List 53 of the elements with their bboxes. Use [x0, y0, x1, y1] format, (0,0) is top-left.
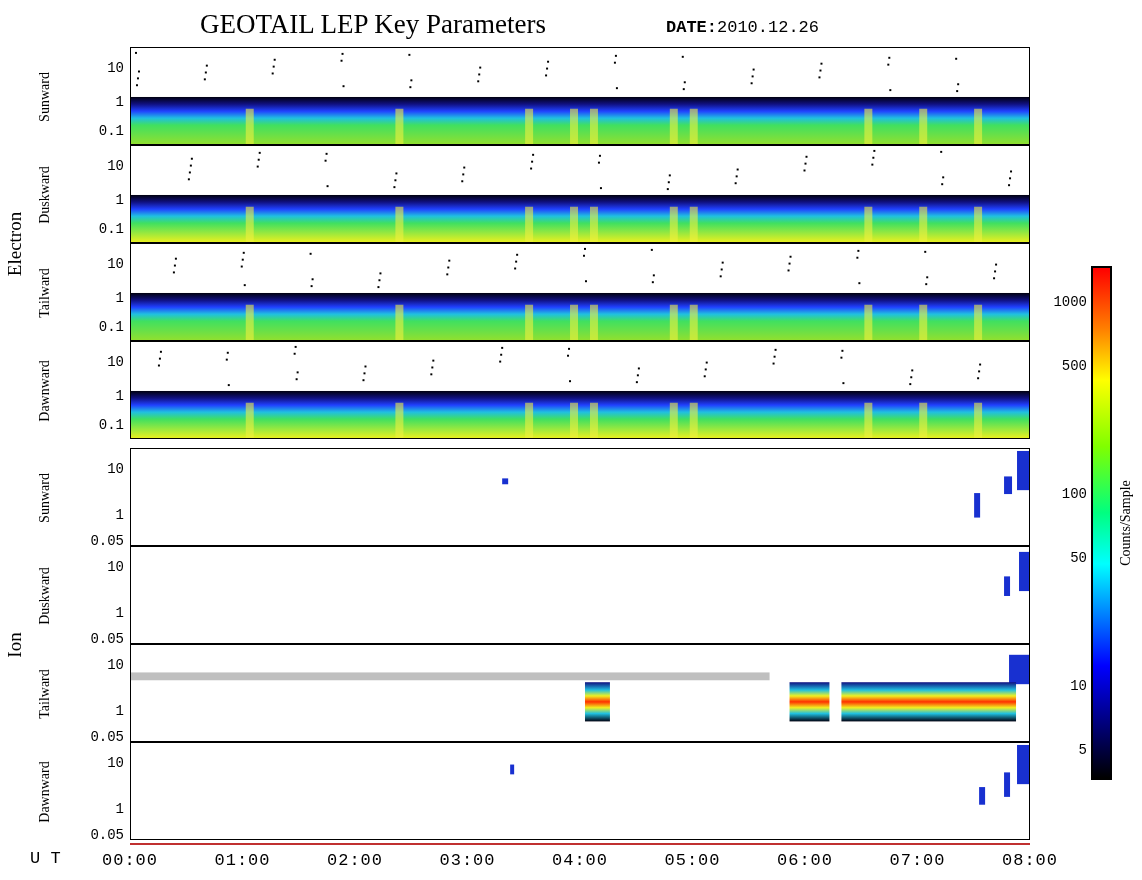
x-tick-label: 08:00	[1001, 851, 1059, 870]
y-tick-label: 1	[115, 605, 124, 621]
y-tick-label: 0.1	[98, 417, 124, 433]
y-tick-label: 10	[107, 158, 124, 174]
y-tick-label: 10	[107, 755, 124, 771]
y-tick-label: 10	[107, 657, 124, 673]
y-tick-label: 10	[107, 256, 124, 272]
panel-label: Tailward	[37, 268, 53, 318]
y-tick-label: 0.05	[90, 729, 124, 745]
y-tick-label: 1	[115, 290, 124, 306]
colorbar-label: Counts/Sample	[1118, 480, 1134, 566]
panel-label: Dawnward	[37, 360, 53, 422]
y-tick-label: 10	[107, 461, 124, 477]
panel-label: Dawnward	[37, 761, 53, 823]
y-tick-label: 1	[115, 703, 124, 719]
x-axis-label: U T	[30, 849, 61, 868]
colorbar-tick-label: 50	[1070, 549, 1087, 567]
date-label: DATE:2010.12.26	[666, 17, 820, 37]
group-label: Ion	[4, 632, 26, 658]
x-tick-label: 03:00	[438, 851, 497, 870]
colorbar-tick-label: 5	[1078, 741, 1087, 759]
x-tick-label: 02:00	[326, 851, 384, 870]
x-tick-label: 04:00	[551, 851, 609, 870]
colorbar-tick-label: 100	[1061, 485, 1087, 503]
x-tick-label: 05:00	[663, 851, 722, 870]
y-tick-label: 10	[107, 60, 124, 76]
colorbar-tick-label: 500	[1061, 357, 1087, 375]
group-label: Electron	[4, 211, 26, 277]
x-tick-label: 01:00	[213, 851, 272, 870]
y-tick-label: 1	[115, 94, 124, 110]
y-tick-label: 0.05	[90, 631, 124, 647]
y-tick-label: 0.1	[98, 221, 124, 237]
panel-label: Tailward	[37, 669, 53, 719]
x-tick-label: 07:00	[888, 851, 947, 870]
y-tick-label: 0.05	[90, 827, 124, 843]
colorbar-tick-label: 10	[1070, 677, 1087, 695]
x-tick-label: 00:00	[101, 851, 159, 870]
y-tick-label: 0.05	[90, 533, 124, 549]
panel-label: Sunward	[37, 72, 53, 122]
y-tick-label: 10	[107, 354, 124, 370]
panel-label: Sunward	[37, 473, 53, 523]
y-tick-label: 10	[107, 559, 124, 575]
y-tick-label: 1	[115, 801, 124, 817]
y-tick-label: 0.1	[98, 319, 124, 335]
y-tick-label: 1	[115, 388, 124, 404]
y-tick-label: 1	[115, 192, 124, 208]
x-tick-label: 06:00	[776, 851, 834, 870]
plot-title: GEOTAIL LEP Key Parameters	[200, 8, 546, 40]
colorbar-tick-label: 1000	[1053, 293, 1087, 311]
y-tick-label: 0.1	[98, 123, 124, 139]
panel-label: Duskward	[37, 166, 53, 224]
panel-label: Duskward	[37, 567, 53, 625]
y-tick-label: 1	[115, 507, 124, 523]
